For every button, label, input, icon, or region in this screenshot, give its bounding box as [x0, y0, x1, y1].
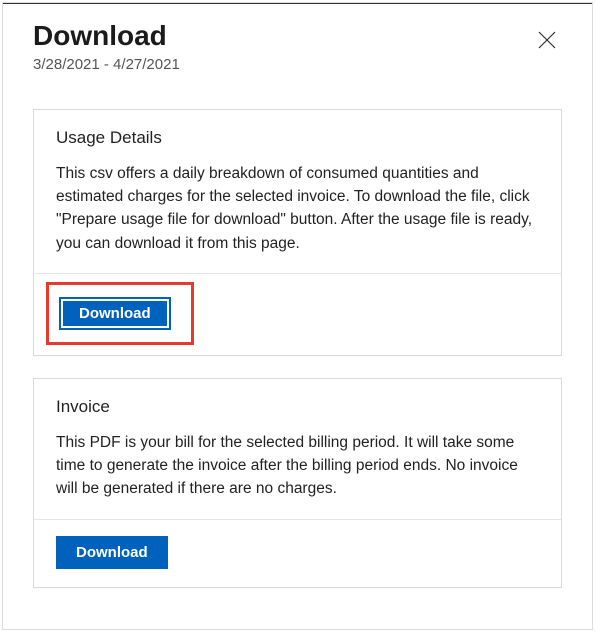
panel-top-border	[3, 3, 592, 4]
usage-details-body: Usage Details This csv offers a daily br…	[34, 110, 561, 273]
title-block: Download 3/28/2021 - 4/27/2021	[33, 21, 180, 73]
invoice-description: This PDF is your bill for the selected b…	[56, 431, 539, 501]
invoice-download-button[interactable]: Download	[56, 536, 168, 569]
usage-details-card: Usage Details This csv offers a daily br…	[33, 109, 562, 356]
usage-details-description: This csv offers a daily breakdown of con…	[56, 162, 539, 255]
download-panel: Download 3/28/2021 - 4/27/2021 Usage Det…	[2, 2, 593, 630]
highlight-annotation: Download	[46, 282, 194, 345]
usage-details-footer: Download	[34, 273, 561, 355]
close-icon	[538, 31, 556, 49]
content-area: Usage Details This csv offers a daily br…	[3, 109, 592, 588]
close-button[interactable]	[532, 25, 562, 58]
panel-header: Download 3/28/2021 - 4/27/2021	[3, 3, 592, 87]
panel-title: Download	[33, 21, 180, 52]
usage-download-button[interactable]: Download	[59, 297, 171, 330]
invoice-body: Invoice This PDF is your bill for the se…	[34, 379, 561, 519]
date-range: 3/28/2021 - 4/27/2021	[33, 56, 180, 73]
invoice-footer: Download	[34, 519, 561, 587]
invoice-card: Invoice This PDF is your bill for the se…	[33, 378, 562, 588]
usage-details-title: Usage Details	[56, 128, 539, 148]
invoice-title: Invoice	[56, 397, 539, 417]
